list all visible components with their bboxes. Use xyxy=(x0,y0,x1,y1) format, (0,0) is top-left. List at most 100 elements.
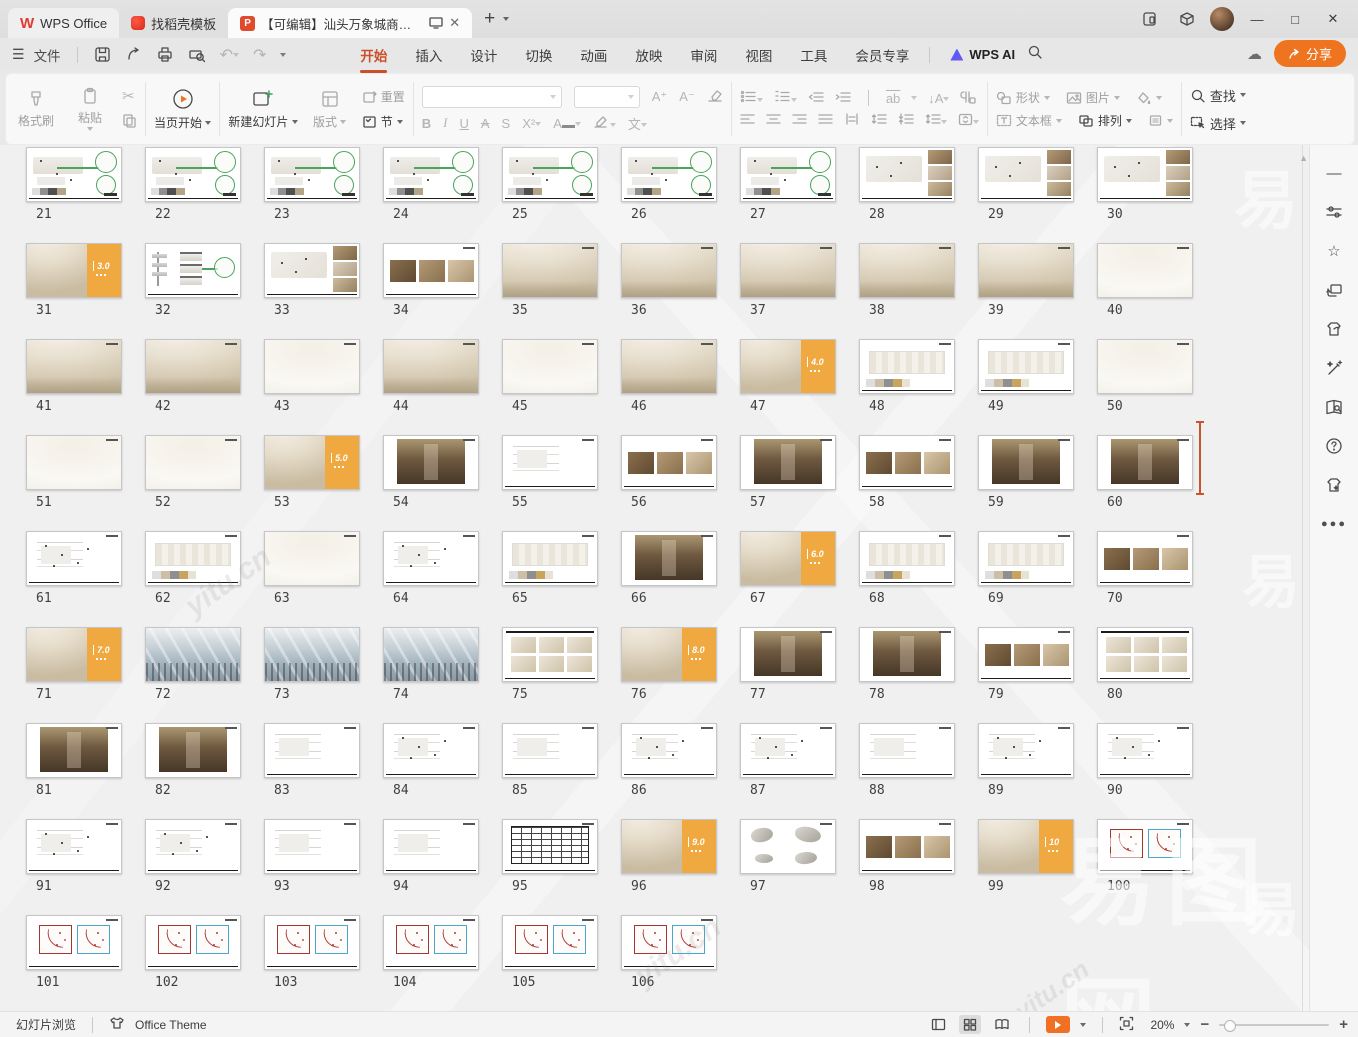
align-left-icon[interactable] xyxy=(740,113,755,128)
3d-box-icon[interactable] xyxy=(1172,5,1202,33)
text-direction-button[interactable]: ↓A xyxy=(928,91,949,106)
zoom-out-button[interactable]: − xyxy=(1200,1016,1209,1033)
play-from-current-button[interactable]: 当页开始 xyxy=(154,88,211,131)
slide-thumbnail[interactable] xyxy=(859,243,955,298)
italic-button[interactable]: I xyxy=(443,115,447,131)
font-size-select[interactable] xyxy=(574,86,640,108)
tab-tools[interactable]: 工具 xyxy=(786,39,841,71)
tab-view[interactable]: 视图 xyxy=(731,39,786,71)
strikethrough-button[interactable]: S xyxy=(502,116,511,131)
slide-thumbnail[interactable] xyxy=(978,243,1074,298)
highlight-button[interactable] xyxy=(593,115,616,131)
tab-member[interactable]: 会员专享 xyxy=(841,39,923,71)
file-menu[interactable]: 文件 xyxy=(34,45,61,65)
slide-thumbnail[interactable] xyxy=(859,531,955,586)
maximize-button[interactable]: □ xyxy=(1280,5,1310,33)
resource-library-icon[interactable] xyxy=(1324,397,1344,417)
slide-thumbnail[interactable] xyxy=(621,243,717,298)
slide-thumbnail[interactable] xyxy=(978,339,1074,394)
close-button[interactable]: ✕ xyxy=(1318,5,1348,33)
tab-home[interactable]: 开始 xyxy=(346,39,401,71)
reset-button[interactable]: 重置 xyxy=(362,88,405,105)
transitions-icon[interactable] xyxy=(1324,280,1344,300)
fill-color-button[interactable] xyxy=(1136,91,1162,105)
bullets-button[interactable] xyxy=(740,90,763,106)
slide-sorter-view-button[interactable] xyxy=(959,1015,981,1034)
slide-thumbnail[interactable] xyxy=(740,147,836,202)
slide-thumbnail[interactable] xyxy=(859,339,955,394)
slide-thumbnail[interactable] xyxy=(26,915,122,970)
section-button[interactable]: 节 xyxy=(362,113,405,130)
select-button[interactable]: 选择 xyxy=(1190,114,1246,133)
slide-thumbnail[interactable] xyxy=(145,339,241,394)
numbering-button[interactable] xyxy=(774,90,797,106)
slide-thumbnail[interactable] xyxy=(502,723,598,778)
clear-format-icon[interactable] xyxy=(707,88,723,105)
close-tab-icon[interactable]: ✕ xyxy=(449,15,460,31)
slide-thumbnail[interactable] xyxy=(978,435,1074,490)
hamburger-menu-icon[interactable]: ☰ xyxy=(12,46,24,63)
slide-thumbnail[interactable] xyxy=(502,915,598,970)
undo-icon[interactable]: ↶ xyxy=(220,45,239,65)
slide-thumbnail[interactable] xyxy=(145,627,241,682)
slide-thumbnail[interactable] xyxy=(621,915,717,970)
fit-to-window-icon[interactable] xyxy=(1119,1016,1134,1034)
line-spacing-button[interactable] xyxy=(925,113,947,128)
slide-thumbnail[interactable] xyxy=(621,435,717,490)
effects-star-icon[interactable]: ☆ xyxy=(1324,241,1344,261)
slide-thumbnail[interactable] xyxy=(859,627,955,682)
wps-ai-button[interactable]: WPS AI xyxy=(950,47,1015,62)
paste-button[interactable]: 粘贴 xyxy=(68,87,112,131)
slide-thumbnail[interactable] xyxy=(502,243,598,298)
slide-thumbnail[interactable] xyxy=(264,147,360,202)
more-options-icon[interactable]: ●●● xyxy=(1324,514,1344,534)
smart-beautify-wand-icon[interactable] xyxy=(1324,358,1344,378)
export-icon[interactable] xyxy=(125,46,142,63)
bold-button[interactable]: B xyxy=(422,116,431,131)
slide-thumbnail[interactable] xyxy=(740,723,836,778)
align-right-icon[interactable] xyxy=(792,113,807,128)
slide-thumbnail[interactable] xyxy=(383,627,479,682)
slide-thumbnail[interactable]: 3.0 xyxy=(26,243,122,298)
slide-thumbnail[interactable]: 9.0 xyxy=(621,819,717,874)
increase-font-icon[interactable]: A⁺ xyxy=(652,89,668,105)
textbox-button[interactable]: 文本框 xyxy=(996,112,1062,129)
superscript-button[interactable]: X² xyxy=(522,116,541,131)
slideshow-play-button[interactable] xyxy=(1046,1016,1070,1033)
skin-settings-icon[interactable] xyxy=(1324,475,1344,495)
layout-button[interactable]: 版式 xyxy=(308,89,352,130)
align-center-icon[interactable] xyxy=(766,113,781,128)
slide-thumbnail[interactable] xyxy=(740,243,836,298)
present-screen-icon[interactable] xyxy=(429,17,443,29)
arrange-button[interactable]: 排列 xyxy=(1078,112,1132,129)
tab-docer-templates[interactable]: 找稻壳模板 xyxy=(119,8,228,38)
slide-thumbnail[interactable] xyxy=(26,339,122,394)
slide-thumbnail[interactable] xyxy=(383,531,479,586)
outline-color-button[interactable] xyxy=(1148,114,1173,127)
distribute-icon[interactable] xyxy=(844,113,860,128)
slide-thumbnail[interactable] xyxy=(145,531,241,586)
slide-thumbnail[interactable] xyxy=(978,723,1074,778)
tab-design[interactable]: 设计 xyxy=(456,39,511,71)
scrollbar-track[interactable] xyxy=(1302,145,1303,1012)
format-painter-button[interactable]: 格式刷 xyxy=(14,90,58,129)
decrease-font-icon[interactable]: A⁻ xyxy=(679,89,695,105)
new-slide-button[interactable]: 新建幻灯片 xyxy=(228,89,297,130)
slide-thumbnail[interactable] xyxy=(1097,339,1193,394)
slide-thumbnail[interactable] xyxy=(621,531,717,586)
slide-thumbnail[interactable] xyxy=(383,435,479,490)
design-theme-icon[interactable] xyxy=(1324,319,1344,339)
new-tab-button[interactable]: + xyxy=(484,8,495,30)
spacing-decrease-icon[interactable] xyxy=(898,113,914,128)
slide-thumbnail[interactable] xyxy=(145,819,241,874)
slide-thumbnail[interactable] xyxy=(264,531,360,586)
scrollbar-up-arrow[interactable]: ▲ xyxy=(1299,153,1308,163)
slide-thumbnail[interactable] xyxy=(145,435,241,490)
object-properties-icon[interactable] xyxy=(1324,202,1344,222)
tab-insert[interactable]: 插入 xyxy=(401,39,456,71)
slide-thumbnail[interactable]: 7.0 xyxy=(26,627,122,682)
slide-thumbnail[interactable] xyxy=(264,819,360,874)
slide-thumbnail[interactable] xyxy=(859,435,955,490)
slide-thumbnail[interactable] xyxy=(26,819,122,874)
slide-thumbnail[interactable] xyxy=(621,147,717,202)
